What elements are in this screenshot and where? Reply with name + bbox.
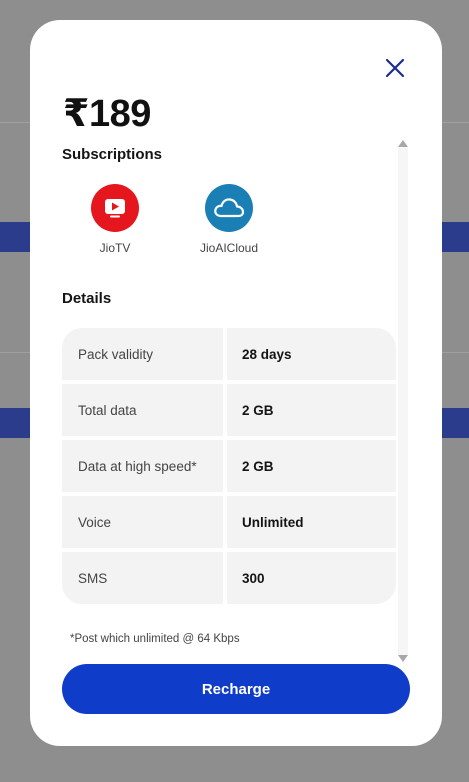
detail-value: 2 GB — [227, 384, 396, 436]
background-band — [442, 222, 469, 252]
plan-details-scroll-area[interactable]: Subscriptions JioTV JioAICloud Details P… — [62, 146, 396, 664]
detail-value: 28 days — [227, 328, 396, 380]
subscription-jioaicloud[interactable]: JioAICloud — [184, 184, 274, 255]
background-band — [0, 222, 30, 252]
subscription-jiotv[interactable]: JioTV — [70, 184, 160, 255]
detail-label: Data at high speed* — [62, 440, 227, 492]
subscriptions-heading: Subscriptions — [62, 146, 163, 163]
details-table: Pack validity 28 days Total data 2 GB Da… — [62, 328, 396, 604]
detail-value: Unlimited — [227, 496, 396, 548]
table-row: Pack validity 28 days — [62, 328, 396, 384]
subscription-label: JioAICloud — [199, 241, 259, 255]
detail-label: SMS — [62, 552, 227, 604]
background-band — [442, 408, 469, 438]
table-row: Voice Unlimited — [62, 496, 396, 552]
table-row: Data at high speed* 2 GB — [62, 440, 396, 496]
plan-details-modal: ₹189 Subscriptions JioTV JioAICloud Deta… — [30, 20, 442, 746]
scroll-up-icon[interactable] — [398, 140, 408, 147]
detail-label: Voice — [62, 496, 227, 548]
detail-label: Total data — [62, 384, 227, 436]
table-row: Total data 2 GB — [62, 384, 396, 440]
background-band — [0, 408, 30, 438]
plan-price: ₹189 — [63, 93, 151, 135]
subscriptions-list: JioTV JioAICloud — [62, 184, 396, 264]
detail-value: 2 GB — [227, 440, 396, 492]
details-heading: Details — [62, 290, 112, 307]
subscription-label: JioTV — [99, 241, 131, 255]
detail-value: 300 — [227, 552, 396, 604]
table-row: SMS 300 — [62, 552, 396, 604]
detail-label: Pack validity — [62, 328, 227, 380]
scrollbar-track[interactable] — [398, 148, 408, 656]
cloud-icon — [205, 184, 253, 232]
scroll-down-icon[interactable] — [398, 655, 408, 662]
close-button[interactable] — [382, 55, 408, 81]
recharge-button[interactable]: Recharge — [62, 664, 410, 714]
close-icon — [385, 58, 405, 78]
scrollbar[interactable] — [396, 138, 410, 664]
speed-footnote: *Post which unlimited @ 64 Kbps — [70, 633, 240, 645]
jiotv-icon — [91, 184, 139, 232]
